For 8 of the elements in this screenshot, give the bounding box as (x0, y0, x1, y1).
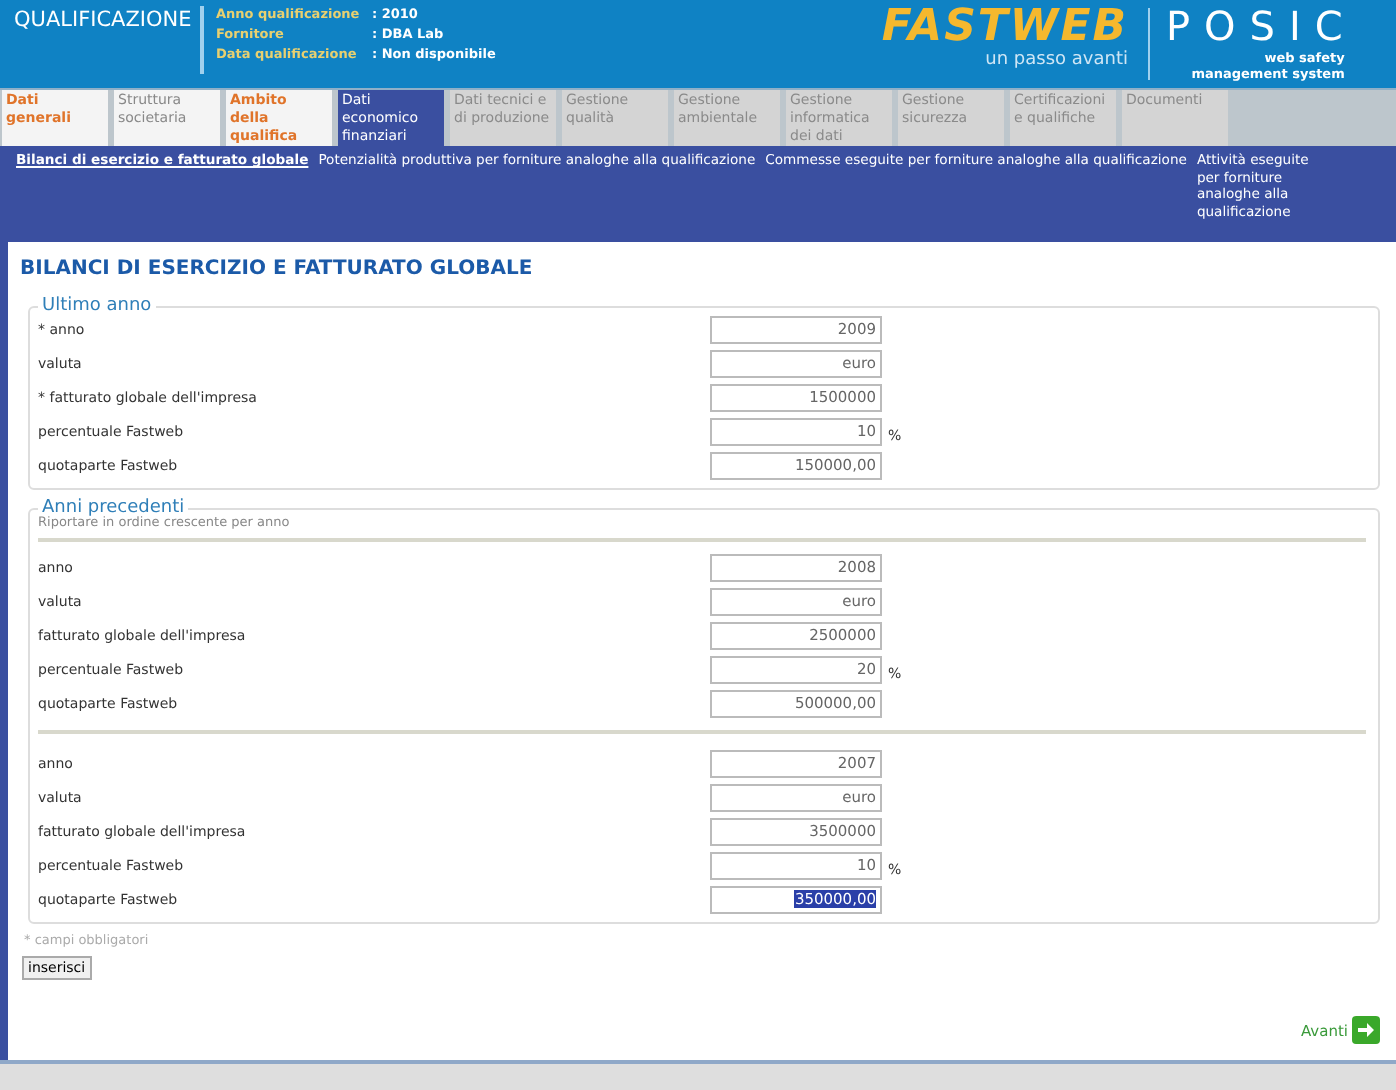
fieldset-legend: Ultimo anno (38, 296, 156, 316)
section-heading: BILANCI DI ESERCIZIO E FATTURATO GLOBALE (20, 258, 535, 280)
fieldset-legend: Anni precedenti (38, 498, 189, 518)
arrow-right-icon[interactable] (1352, 1016, 1380, 1044)
page-title: QUALIFICAZIONE (12, 6, 194, 34)
product-name: POSIC (1166, 2, 1357, 50)
brand-tagline: un passo avanti (985, 50, 1128, 70)
brand-logo: FASTWEB (881, 2, 1128, 52)
